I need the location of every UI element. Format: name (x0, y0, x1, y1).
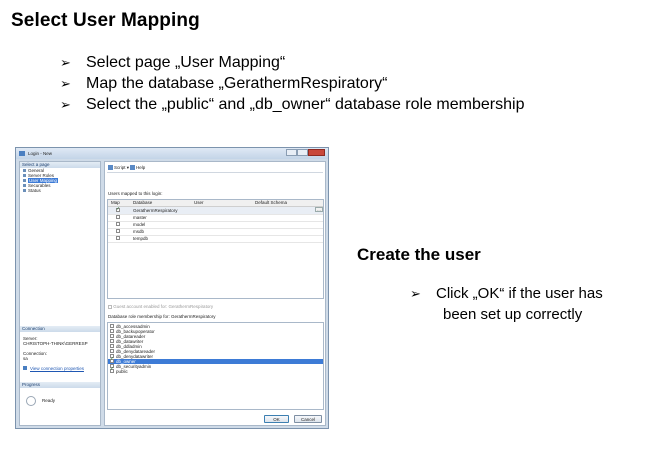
arrow-bullet-icon: ➢ (60, 76, 71, 91)
create-user-bullet: ➢ Click „OK“ if the user has been set up… (410, 283, 658, 325)
map-checkbox[interactable] (116, 215, 120, 219)
select-page-pane: Select a page General Server Roles User … (19, 161, 101, 426)
connection-value: sa (23, 356, 28, 361)
database-name: tempdb (133, 236, 149, 241)
guest-account-checkbox (108, 304, 112, 309)
help-icon (130, 165, 135, 171)
database-name: model (133, 222, 146, 227)
script-button[interactable]: Script ▾ (108, 165, 129, 171)
dialog-titlebar: Login - New (16, 148, 328, 159)
list-item[interactable]: public (108, 367, 323, 374)
role-checkbox[interactable] (110, 324, 114, 328)
view-connection-properties-link[interactable]: View connection properties (30, 366, 84, 371)
progress-status: Ready (42, 398, 56, 403)
guest-account-option: Guest account enabled for: GerathermResp… (108, 304, 213, 309)
role-checkbox[interactable] (110, 334, 114, 338)
page-item-status[interactable]: Status (20, 188, 100, 193)
script-icon (108, 165, 113, 171)
table-row[interactable]: tempdb (108, 235, 323, 243)
page-icon (23, 179, 26, 182)
arrow-bullet-icon: ➢ (60, 55, 71, 70)
toolbar-divider (107, 172, 323, 173)
connection-header: Connection (20, 326, 100, 332)
progress-header: Progress (20, 382, 100, 388)
role-membership-list: db_accessadmin db_backupoperator db_data… (107, 322, 324, 410)
arrow-bullet-icon: ➢ (60, 97, 71, 112)
column-map: Map (111, 200, 120, 205)
bullet-list: ➢ Select page „User Mapping“ ➢ Map the d… (60, 52, 524, 115)
role-checkbox[interactable] (110, 329, 114, 333)
database-name: master (133, 215, 147, 220)
map-checkbox[interactable] (116, 206, 120, 212)
role-checkbox[interactable] (110, 344, 114, 348)
grid-header: Map Database User Default Schema (108, 200, 323, 207)
column-default-schema: Default Schema (255, 200, 288, 205)
create-user-heading: Create the user (357, 245, 481, 264)
database-name: GerathermRespiratory (133, 208, 178, 213)
app-icon (19, 151, 25, 156)
users-mapped-grid: Map Database User Default Schema Gerathe… (107, 199, 324, 299)
server-value: CHRISTOPH-THINK\GERRESP (23, 341, 88, 346)
close-button[interactable] (308, 149, 325, 156)
map-checkbox[interactable] (116, 222, 120, 226)
column-user: User (194, 200, 204, 205)
bullet-text: Map the database „GerathermRespiratory“ (86, 75, 388, 92)
users-mapped-label: Users mapped to this login: (108, 191, 163, 196)
column-database: Database (133, 200, 153, 205)
bullet-text-continued: been set up correctly (443, 306, 583, 323)
cancel-button[interactable]: Cancel (294, 415, 322, 423)
connection-properties-icon (23, 366, 27, 370)
bullet-text: Click „OK“ if the user has (436, 285, 603, 302)
role-checkbox[interactable] (110, 357, 114, 363)
user-mapping-pane: Script ▾ Help Users mapped to this login… (104, 161, 326, 426)
bullet-text: Select page „User Mapping“ (86, 54, 286, 71)
role-checkbox[interactable] (110, 349, 114, 353)
map-checkbox[interactable] (116, 229, 120, 233)
dialog-title: Login - New (28, 151, 53, 156)
page-icon (23, 189, 26, 192)
arrow-bullet-icon: ➢ (410, 286, 421, 301)
role-checkbox[interactable] (110, 339, 114, 343)
page-icon (23, 184, 26, 187)
database-name: msdb (133, 229, 145, 234)
page-icon (23, 169, 26, 172)
map-checkbox[interactable] (116, 236, 120, 240)
progress-spinner-icon (26, 396, 36, 406)
guest-account-label: Guest account enabled for: GerathermResp… (113, 304, 214, 309)
role-checkbox[interactable] (110, 367, 114, 373)
browse-schema-button[interactable]: … (315, 207, 323, 212)
minimize-button[interactable] (286, 149, 297, 156)
page-icon (23, 174, 26, 177)
role-membership-label: Database role membership for: GerathermR… (108, 314, 216, 319)
maximize-button[interactable] (297, 149, 308, 156)
bullet-item: ➢ Select the „public“ and „db_owner“ dat… (60, 94, 524, 115)
slide-title: Select User Mapping (11, 10, 200, 31)
bullet-text: Select the „public“ and „db_owner“ datab… (86, 96, 525, 113)
bullet-item: ➢ Select page „User Mapping“ (60, 52, 524, 73)
bullet-item: ➢ Map the database „GerathermRespiratory… (60, 73, 524, 94)
help-button[interactable]: Help (130, 165, 145, 171)
login-new-dialog: Login - New Select a page General Server… (15, 147, 329, 429)
ok-button[interactable]: OK (264, 415, 289, 423)
